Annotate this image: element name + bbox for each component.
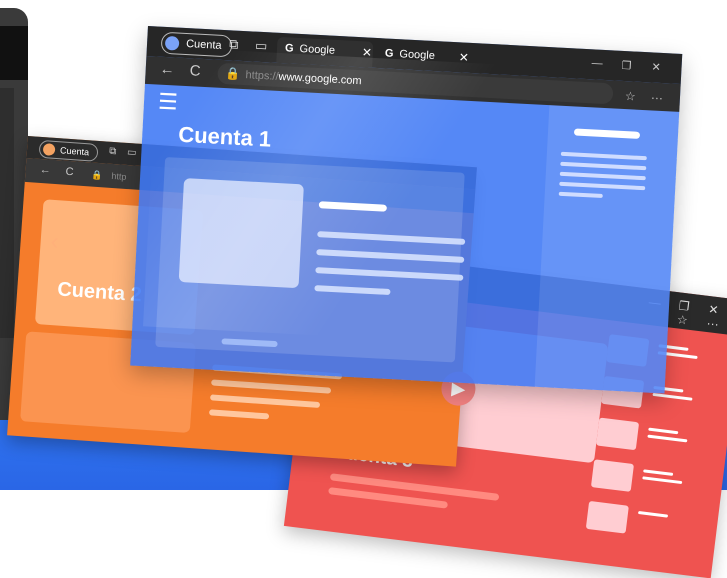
window-heading: Cuenta 1: [177, 121, 272, 152]
sidebar-line: [559, 181, 646, 191]
workspaces-icon[interactable]: ⧉: [109, 146, 117, 157]
back-icon[interactable]: ←: [159, 61, 175, 79]
close-icon[interactable]: ✕: [708, 302, 720, 317]
close-icon[interactable]: ✕: [651, 60, 661, 73]
close-tab-icon[interactable]: ✕: [458, 50, 469, 65]
lock-icon: 🔒: [225, 66, 241, 81]
close-tab-icon[interactable]: ✕: [362, 45, 373, 60]
sidebar-line: [560, 161, 647, 171]
restore-icon[interactable]: ❐: [621, 59, 632, 73]
text-bar: [208, 409, 270, 420]
workspaces-icon[interactable]: ⧉: [229, 36, 239, 52]
list-thumb: [596, 417, 640, 451]
sidebar-line: [560, 151, 647, 161]
list-line: [647, 434, 688, 443]
list-line: [643, 469, 674, 476]
more-icon[interactable]: ···: [706, 316, 720, 331]
list-thumb: [585, 500, 629, 534]
lock-icon: 🔒: [91, 169, 104, 181]
sidebar-line: [559, 171, 646, 181]
menu-icon[interactable]: ☰: [157, 89, 178, 116]
tab-label: Google: [299, 42, 336, 57]
text-bar: [211, 379, 332, 394]
list-line: [648, 427, 679, 435]
tab-actions-icon[interactable]: ▭: [127, 147, 137, 159]
url-protocol: https://: [245, 69, 279, 83]
right-sidebar: [534, 105, 680, 394]
sidebar-line: [558, 191, 603, 199]
google-icon: G: [384, 47, 394, 60]
refresh-icon[interactable]: C: [189, 62, 201, 80]
address-url[interactable]: http: [111, 171, 127, 182]
browser-window-cuenta-1[interactable]: Cuenta ⧉ ▭ G Google ✕ G Google ✕ — ❐ ✕ ← C…: [130, 26, 683, 394]
list-line: [637, 510, 669, 518]
sidebar-heading-bar: [573, 128, 641, 139]
list-line: [652, 392, 693, 401]
device-top-bar: [0, 26, 28, 80]
tab-label: Google: [399, 48, 436, 63]
image-placeholder: [178, 178, 304, 289]
more-icon[interactable]: ···: [651, 90, 664, 105]
list-thumb: [590, 459, 635, 492]
tab-actions-icon[interactable]: ▭: [255, 38, 268, 55]
refresh-icon[interactable]: C: [65, 166, 74, 179]
google-icon: G: [284, 42, 294, 55]
favorites-icon[interactable]: ☆: [676, 312, 688, 327]
text-bar: [210, 394, 321, 409]
device-panel: [0, 88, 14, 338]
back-icon[interactable]: ←: [39, 164, 51, 177]
profile-button[interactable]: Cuenta: [160, 31, 234, 58]
list-line: [642, 476, 683, 485]
minimize-icon[interactable]: —: [591, 57, 603, 70]
favorites-icon[interactable]: ☆: [625, 89, 636, 104]
restore-icon[interactable]: ❐: [678, 298, 690, 313]
